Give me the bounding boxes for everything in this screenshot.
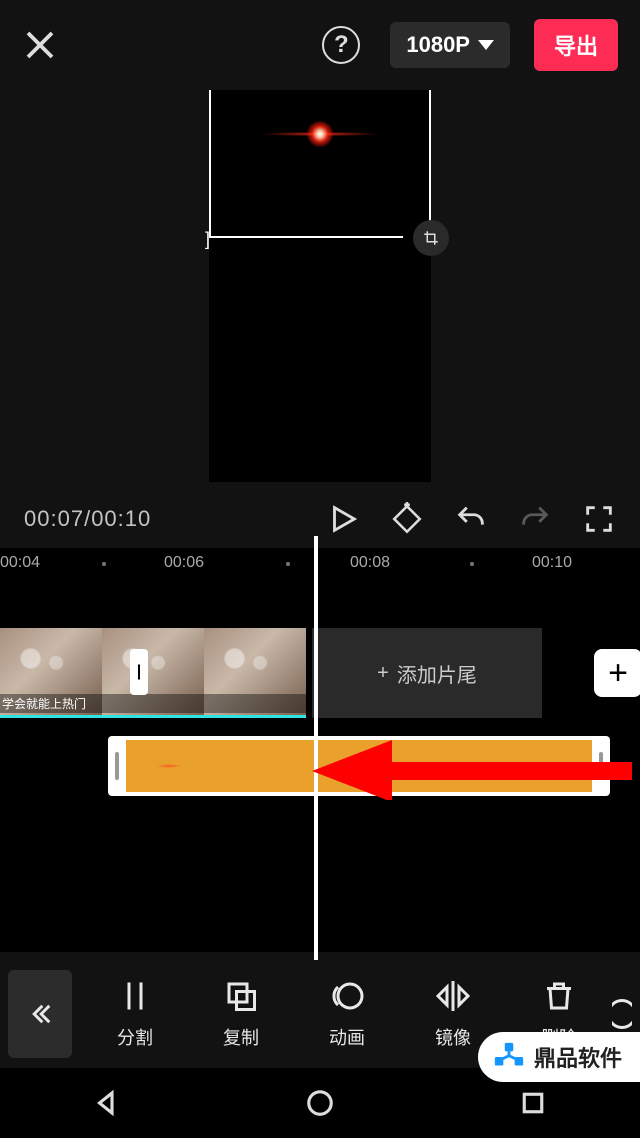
timecode: 00:07/00:10 — [24, 506, 151, 532]
keyframe-add-icon[interactable] — [390, 502, 424, 536]
split-icon — [117, 978, 153, 1014]
mirror-icon — [435, 978, 471, 1014]
more-button[interactable] — [612, 996, 632, 1032]
header: ? 1080P 导出 — [0, 0, 640, 90]
effect-clip-body[interactable] — [126, 740, 592, 792]
delete-icon — [541, 978, 577, 1014]
watermark-text: 鼎品软件 — [534, 1041, 622, 1073]
copy-icon — [223, 978, 259, 1014]
effect-track[interactable] — [0, 736, 640, 796]
crop-handle[interactable] — [413, 220, 449, 256]
clip-handle-left[interactable] — [115, 752, 119, 780]
add-clip-button[interactable]: + — [594, 649, 640, 697]
back-button[interactable] — [8, 970, 72, 1058]
nav-back-icon[interactable] — [92, 1088, 122, 1118]
undo-icon[interactable] — [454, 502, 488, 536]
timeline: 学会就能上热门 | + 添加片尾 + — [0, 582, 640, 952]
resolution-label: 1080P — [406, 32, 470, 58]
watermark: 鼎品软件 — [478, 1032, 640, 1082]
clip-handle-right[interactable] — [599, 752, 603, 780]
video-track[interactable]: 学会就能上热门 | + 添加片尾 + — [0, 628, 640, 718]
play-icon[interactable] — [326, 502, 360, 536]
more-icon — [612, 996, 632, 1032]
fullscreen-icon[interactable] — [582, 502, 616, 536]
effect-clip[interactable] — [108, 736, 610, 796]
bracket-icon: ] — [205, 229, 210, 250]
nav-recent-icon[interactable] — [518, 1088, 548, 1118]
redo-icon[interactable] — [518, 502, 552, 536]
chevron-down-icon — [478, 40, 494, 50]
preview-area: ] — [0, 90, 640, 490]
resolution-select[interactable]: 1080P — [390, 22, 510, 68]
copy-button[interactable]: 复制 — [188, 978, 294, 1050]
export-button[interactable]: 导出 — [534, 19, 618, 71]
add-tail-button[interactable]: + 添加片尾 — [312, 628, 542, 718]
nav-home-icon[interactable] — [305, 1088, 335, 1118]
effect-thumbnail — [156, 764, 182, 768]
split-button[interactable]: 分割 — [82, 978, 188, 1050]
clip-caption: 学会就能上热门 — [0, 694, 306, 713]
plus-icon: + — [377, 662, 389, 685]
selection-overlay: ] — [209, 90, 431, 238]
preview-canvas[interactable]: ] — [209, 90, 431, 482]
clip-split-handle[interactable]: | — [130, 649, 148, 695]
playback-controls: 00:07/00:10 — [0, 490, 640, 548]
animation-icon — [329, 978, 365, 1014]
close-icon[interactable] — [22, 27, 58, 63]
watermark-logo-icon — [492, 1040, 526, 1074]
time-ruler[interactable]: 00:04 00:06 00:08 00:10 — [0, 548, 640, 582]
video-clip[interactable]: 学会就能上热门 | — [0, 628, 306, 718]
animation-button[interactable]: 动画 — [294, 978, 400, 1050]
help-icon[interactable]: ? — [322, 26, 360, 64]
